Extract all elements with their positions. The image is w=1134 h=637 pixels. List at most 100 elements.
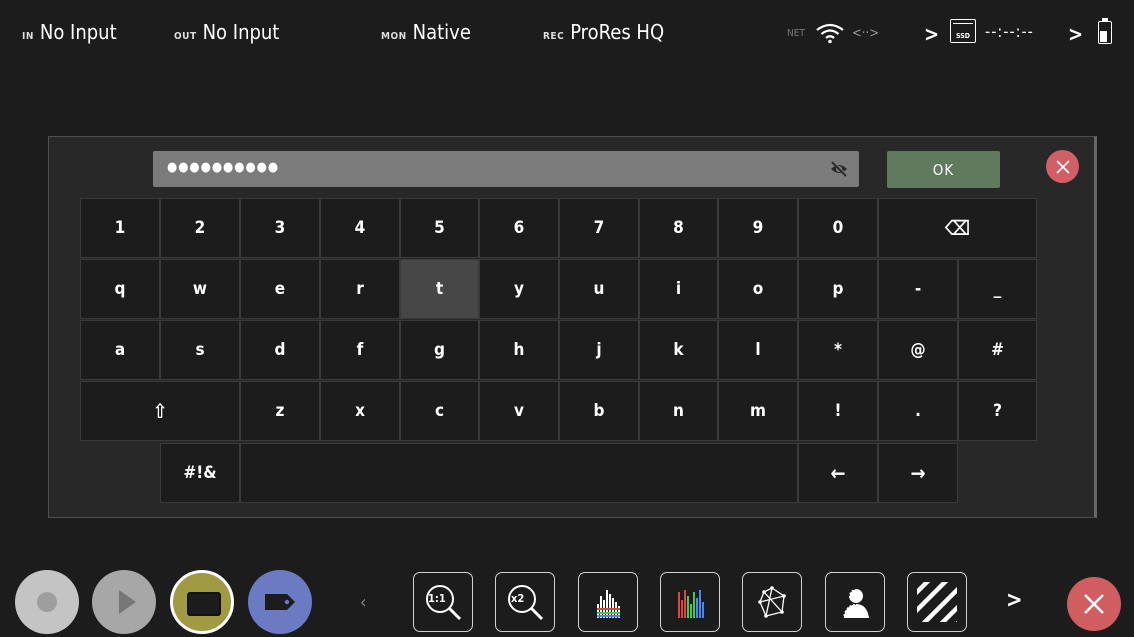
key-6[interactable]: 6 bbox=[479, 198, 559, 258]
key-label: r bbox=[356, 279, 364, 299]
key-label: i bbox=[675, 279, 682, 299]
key-label: w bbox=[192, 279, 208, 299]
key-u[interactable]: u bbox=[559, 259, 639, 319]
key-backspace[interactable]: ⌫ bbox=[878, 198, 1037, 258]
play-button[interactable] bbox=[92, 570, 156, 634]
key-e[interactable]: e bbox=[240, 259, 320, 319]
key-label: ! bbox=[834, 401, 842, 421]
key-o[interactable]: o bbox=[718, 259, 798, 319]
key-c[interactable]: c bbox=[400, 381, 479, 441]
net-label: NET bbox=[787, 28, 805, 39]
key-l[interactable]: l bbox=[718, 320, 798, 380]
password-field[interactable]: ●●●●●●●●●● bbox=[153, 151, 859, 187]
monitor-status[interactable]: MON Native bbox=[381, 20, 471, 44]
key-5[interactable]: 5 bbox=[400, 198, 479, 258]
key-j[interactable]: j bbox=[559, 320, 639, 380]
key-label: 9 bbox=[752, 218, 764, 238]
output-status[interactable]: OUT No Input bbox=[174, 20, 279, 44]
key-8[interactable]: 8 bbox=[639, 198, 718, 258]
key-hash[interactable]: # bbox=[958, 320, 1037, 380]
ethernet-icon[interactable]: <··> bbox=[852, 26, 879, 41]
toolbar-prev-arrow[interactable]: ‹ bbox=[360, 592, 366, 613]
key-n[interactable]: n bbox=[639, 381, 718, 441]
key-left-arrow[interactable]: ← bbox=[798, 443, 878, 503]
key-asterisk[interactable]: * bbox=[798, 320, 878, 380]
key-2[interactable]: 2 bbox=[160, 198, 240, 258]
key-x[interactable]: x bbox=[320, 381, 400, 441]
key-label: #!& bbox=[183, 463, 217, 483]
key-1[interactable]: 1 bbox=[80, 198, 160, 258]
key-label: t bbox=[435, 279, 444, 299]
key-t[interactable]: t bbox=[400, 259, 479, 319]
tag-button[interactable] bbox=[248, 570, 312, 634]
exit-button[interactable] bbox=[1067, 577, 1121, 631]
key-label: g bbox=[434, 340, 445, 360]
zoom-x2-tool[interactable]: x2 bbox=[495, 572, 555, 632]
key-exclamation[interactable]: ! bbox=[798, 381, 878, 441]
key-f[interactable]: f bbox=[320, 320, 400, 380]
key-label: . bbox=[915, 401, 921, 421]
keyboard-close-button[interactable] bbox=[1046, 150, 1079, 183]
key-b[interactable]: b bbox=[559, 381, 639, 441]
record-tag: REC bbox=[543, 31, 565, 42]
output-tag: OUT bbox=[174, 31, 197, 42]
record-status[interactable]: REC ProRes HQ bbox=[543, 20, 664, 44]
key-y[interactable]: y bbox=[479, 259, 559, 319]
key-7[interactable]: 7 bbox=[559, 198, 639, 258]
key-a[interactable]: a bbox=[80, 320, 160, 380]
key-label: ⌫ bbox=[944, 216, 971, 240]
key-label: b bbox=[593, 401, 605, 421]
record-button[interactable] bbox=[15, 570, 79, 634]
ssd-icon[interactable]: SSD bbox=[950, 19, 976, 43]
timecode: --:--:-- bbox=[985, 22, 1034, 41]
key-q[interactable]: q bbox=[80, 259, 160, 319]
key-0[interactable]: 0 bbox=[798, 198, 878, 258]
chevron-right-icon[interactable]: > bbox=[1068, 22, 1083, 46]
key-underscore[interactable]: _ bbox=[958, 259, 1037, 319]
zoom-1to1-tool[interactable]: 1:1 bbox=[413, 572, 473, 632]
key-label: ⇧ bbox=[152, 399, 168, 423]
key-s[interactable]: s bbox=[160, 320, 240, 380]
key-period[interactable]: . bbox=[878, 381, 958, 441]
key-z[interactable]: z bbox=[240, 381, 320, 441]
display-mode-button[interactable] bbox=[170, 570, 234, 634]
key-h[interactable]: h bbox=[479, 320, 559, 380]
tag-icon bbox=[265, 594, 295, 610]
input-status[interactable]: IN No Input bbox=[22, 20, 117, 44]
key-w[interactable]: w bbox=[160, 259, 240, 319]
toolbar-next-arrow[interactable]: > bbox=[1006, 588, 1023, 613]
key-4[interactable]: 4 bbox=[320, 198, 400, 258]
key-right-arrow[interactable]: → bbox=[878, 443, 958, 503]
key-v[interactable]: v bbox=[479, 381, 559, 441]
key-label: _ bbox=[993, 279, 1002, 299]
key-k[interactable]: k bbox=[639, 320, 718, 380]
wifi-icon[interactable] bbox=[815, 22, 845, 44]
key-r[interactable]: r bbox=[320, 259, 400, 319]
key-9[interactable]: 9 bbox=[718, 198, 798, 258]
key-space[interactable] bbox=[240, 443, 798, 503]
key-g[interactable]: g bbox=[400, 320, 479, 380]
vectorscope-tool[interactable] bbox=[742, 572, 802, 632]
chevron-right-icon[interactable]: > bbox=[924, 22, 939, 46]
key-m[interactable]: m bbox=[718, 381, 798, 441]
key-question[interactable]: ? bbox=[958, 381, 1037, 441]
key-d[interactable]: d bbox=[240, 320, 320, 380]
ok-button[interactable]: OK bbox=[887, 151, 1000, 188]
key-label: a bbox=[114, 340, 126, 360]
zebra-tool[interactable] bbox=[907, 572, 967, 632]
monitor-tag: MON bbox=[381, 31, 407, 42]
waveform-tool[interactable] bbox=[660, 572, 720, 632]
skin-tone-tool[interactable] bbox=[825, 572, 885, 632]
eye-slash-icon[interactable] bbox=[829, 161, 849, 177]
key-p[interactable]: p bbox=[798, 259, 878, 319]
key-i[interactable]: i bbox=[639, 259, 718, 319]
zebra-stripes-icon bbox=[917, 582, 957, 622]
histogram-tool[interactable] bbox=[578, 572, 638, 632]
key-symbols[interactable]: #!& bbox=[160, 443, 240, 503]
key-label: c bbox=[434, 401, 445, 421]
key-at[interactable]: @ bbox=[878, 320, 958, 380]
key-shift[interactable]: ⇧ bbox=[80, 381, 240, 441]
close-icon bbox=[1084, 594, 1104, 614]
key-3[interactable]: 3 bbox=[240, 198, 320, 258]
key-hyphen[interactable]: - bbox=[878, 259, 958, 319]
